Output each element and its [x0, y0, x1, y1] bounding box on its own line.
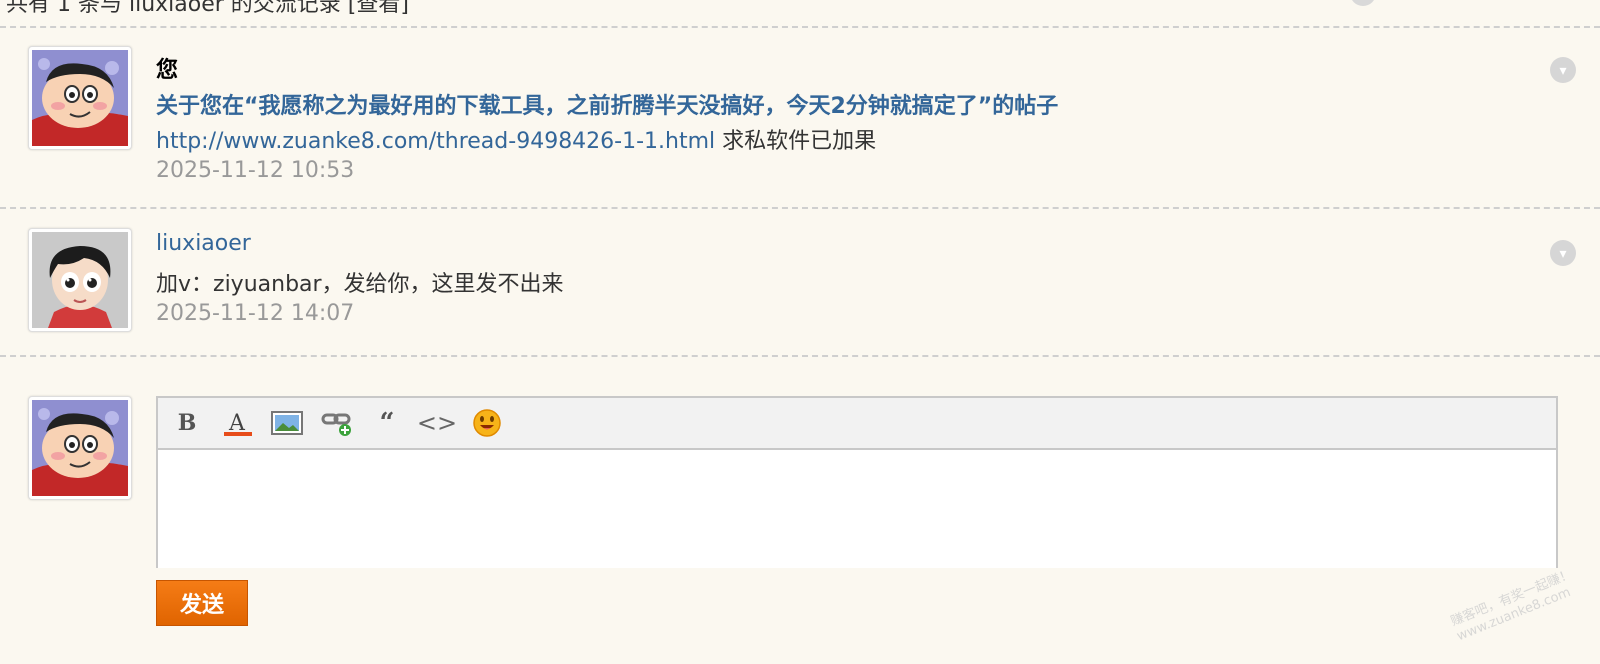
crayon-avatar-icon	[32, 400, 128, 496]
chevron-down-icon: ▾	[1559, 63, 1567, 79]
reply-editor: B A “ <>	[156, 396, 1558, 568]
avatar-self[interactable]	[28, 396, 132, 500]
emoji-button[interactable]	[470, 406, 504, 440]
conversation-summary: 共有 1 条与 liuxiaoer 的交流记录 [查看]	[6, 0, 409, 17]
divider	[0, 355, 1600, 357]
bold-icon: B	[177, 410, 197, 436]
message-sender: 您	[156, 58, 179, 83]
divider	[0, 26, 1600, 28]
message-sender-link[interactable]: liuxiaoer	[156, 231, 251, 256]
link-icon	[321, 413, 351, 436]
emoji-icon	[473, 409, 501, 437]
message-text: 加v：ziyuanbar，发给你，这里发不出来	[156, 272, 564, 297]
divider	[0, 207, 1600, 209]
reply-textarea[interactable]	[158, 450, 1556, 568]
link-button[interactable]	[320, 406, 354, 440]
editor-toolbar: B A “ <>	[158, 398, 1556, 450]
bold-button[interactable]: B	[170, 406, 204, 440]
message-menu-icon[interactable]: ▾	[1550, 57, 1576, 83]
message-timestamp: 2025-11-12 14:07	[156, 301, 355, 326]
code-icon: <>	[416, 409, 458, 437]
message-body: http://www.zuanke8.com/thread-9498426-1-…	[156, 123, 876, 155]
image-icon	[271, 411, 303, 435]
send-button[interactable]: 发送	[156, 580, 248, 626]
boy-avatar-icon	[32, 232, 128, 328]
collapse-toggle-icon[interactable]	[1350, 0, 1376, 6]
quote-button[interactable]: “	[370, 406, 404, 440]
crayon-avatar-icon	[32, 50, 128, 146]
message-text: 求私软件已加果	[722, 129, 877, 154]
message-timestamp: 2025-11-12 10:53	[156, 158, 355, 183]
avatar-self[interactable]	[28, 46, 132, 150]
message-subject-link[interactable]: 关于您在“我愿称之为最好用的下载工具，之前折腾半天没搞好，今天2分钟就搞定了”的…	[156, 88, 1058, 120]
chevron-down-icon: ▾	[1559, 246, 1567, 262]
top-partial-header: 共有 1 条与 liuxiaoer 的交流记录 [查看]	[0, 0, 1600, 17]
quote-icon: “	[379, 408, 395, 438]
font-color-button[interactable]: A	[220, 406, 254, 440]
thread-link[interactable]: http://www.zuanke8.com/thread-9498426-1-…	[156, 129, 715, 154]
message-menu-icon[interactable]: ▾	[1550, 240, 1576, 266]
code-button[interactable]: <>	[416, 406, 458, 440]
image-button[interactable]	[270, 406, 304, 440]
avatar-liuxiaoer[interactable]	[28, 228, 132, 332]
watermark: 赚客吧，有奖一起赚！ www.zuanke8.com	[1448, 566, 1575, 645]
